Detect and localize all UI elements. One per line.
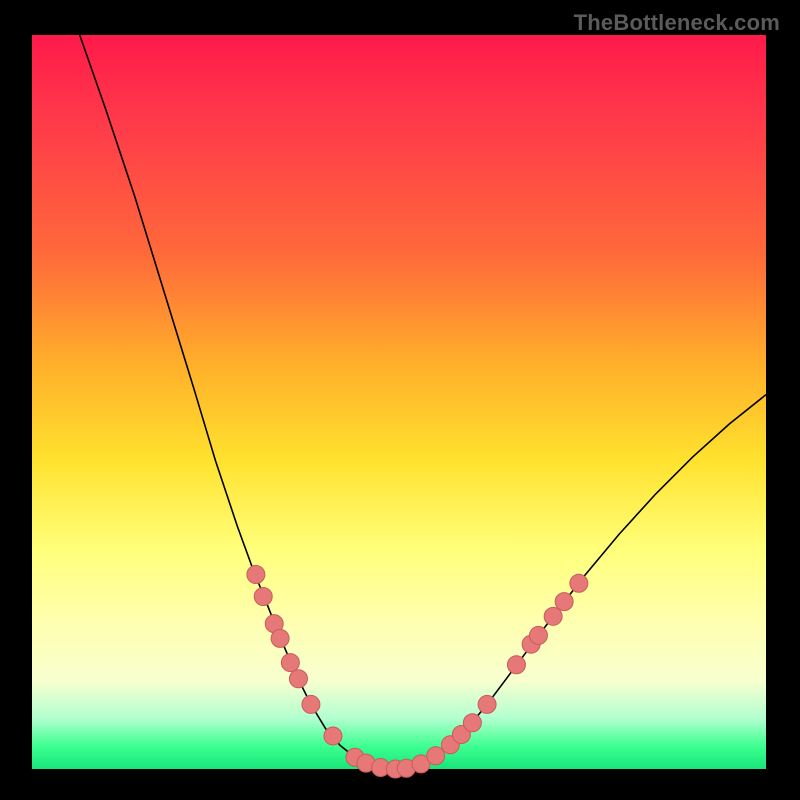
data-points-right bbox=[397, 574, 587, 777]
data-point bbox=[427, 747, 445, 765]
chart-overlay bbox=[32, 35, 766, 769]
data-point bbox=[247, 565, 265, 583]
data-point bbox=[324, 727, 342, 745]
data-point bbox=[289, 670, 307, 688]
data-point bbox=[254, 588, 272, 606]
data-point bbox=[544, 607, 562, 625]
watermark: TheBottleneck.com bbox=[574, 10, 780, 36]
data-point bbox=[302, 695, 320, 713]
data-point bbox=[529, 626, 547, 644]
data-point bbox=[463, 714, 481, 732]
data-point bbox=[271, 629, 289, 647]
curve-left bbox=[80, 35, 396, 769]
data-points-left bbox=[247, 565, 404, 778]
data-point bbox=[281, 654, 299, 672]
data-point bbox=[478, 695, 496, 713]
data-point bbox=[555, 593, 573, 611]
data-point bbox=[507, 656, 525, 674]
data-point bbox=[570, 574, 588, 592]
